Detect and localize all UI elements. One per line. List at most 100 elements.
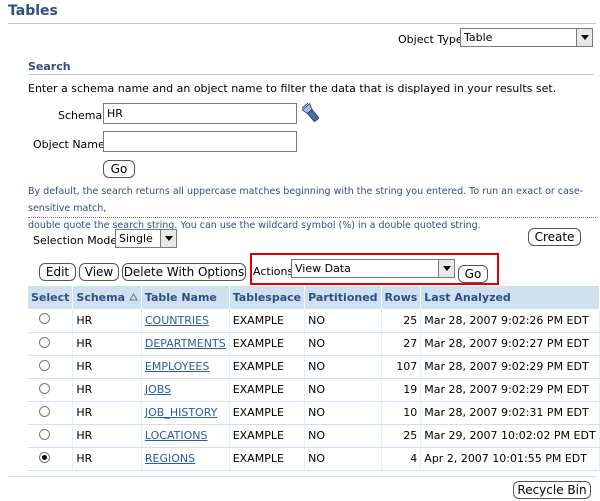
chevron-down-icon[interactable]: [160, 230, 176, 247]
row-partitioned: NO: [304, 401, 382, 425]
column-header-rows[interactable]: Rows: [381, 286, 422, 309]
row-schema: HR: [72, 401, 142, 425]
row-table-name-link[interactable]: COUNTRIES: [145, 314, 209, 327]
column-header-partitioned[interactable]: Partitioned: [304, 286, 382, 309]
search-divider: [28, 74, 594, 75]
row-table-name-link[interactable]: JOBS: [145, 383, 171, 396]
table-header-row: Select Schema Table Name Tablespace Part…: [28, 286, 600, 309]
row-table-name-link[interactable]: EMPLOYEES: [145, 360, 209, 373]
schema-label: Schema: [58, 109, 103, 122]
column-header-last-analyzed[interactable]: Last Analyzed: [420, 286, 600, 309]
bottom-divider: [8, 476, 596, 477]
search-hint-line-2: double quote the search string. You can …: [28, 220, 481, 231]
object-type-label: Object Type: [398, 33, 463, 46]
actions-value: View Data: [295, 262, 351, 275]
object-type-select[interactable]: Table: [460, 28, 593, 47]
row-partitioned: NO: [304, 378, 382, 402]
row-row-count: 27: [381, 332, 422, 356]
schema-input[interactable]: HR: [103, 103, 297, 124]
row-partitioned: NO: [304, 309, 382, 333]
row-select-radio[interactable]: [39, 336, 50, 348]
page-title: Tables: [8, 3, 58, 19]
row-table-name-link[interactable]: REGIONS: [145, 452, 195, 465]
row-select-cell: [28, 424, 74, 448]
table-row: HR REGIONS EXAMPLE NO 4 Apr 2, 2007 10:01:55 …: [28, 447, 600, 471]
table-row: HR JOBS EXAMPLE NO 19 Mar 28, 2007 9:02:29 PM…: [28, 378, 600, 402]
row-table-name-cell: COUNTRIES: [141, 309, 230, 333]
actions-label: Actions: [253, 265, 294, 278]
selection-mode-label: Selection Mode: [33, 234, 118, 247]
section-separator: [28, 217, 596, 218]
object-name-input[interactable]: [103, 131, 297, 152]
column-header-tablespace[interactable]: Tablespace: [229, 286, 306, 309]
row-select-radio[interactable]: [39, 428, 50, 440]
row-table-name-link[interactable]: JOB_HISTORY: [145, 406, 217, 419]
column-header-select: Select: [28, 286, 74, 309]
row-row-count: 10: [381, 401, 422, 425]
row-tablespace: EXAMPLE: [229, 309, 306, 333]
row-schema: HR: [72, 447, 142, 471]
row-row-count: 25: [381, 424, 422, 448]
row-select-cell: [28, 378, 74, 402]
selection-mode-value: Single: [119, 232, 153, 245]
row-select-radio[interactable]: [39, 359, 50, 371]
row-select-cell: [28, 401, 74, 425]
delete-with-options-button[interactable]: Delete With Options: [122, 263, 246, 281]
row-last-analyzed: Apr 2, 2007 10:01:55 PM EDT: [420, 447, 600, 471]
row-table-name-cell: JOB_HISTORY: [141, 401, 230, 425]
object-name-label: Object Name: [33, 138, 105, 151]
search-hint: By default, the search returns all upper…: [28, 183, 596, 234]
row-last-analyzed: Mar 29, 2007 10:02:02 PM EDT: [420, 424, 600, 448]
row-row-count: 19: [381, 378, 422, 402]
selection-mode-select[interactable]: Single: [115, 229, 177, 248]
row-partitioned: NO: [304, 355, 382, 379]
row-tablespace: EXAMPLE: [229, 355, 306, 379]
row-tablespace: EXAMPLE: [229, 424, 306, 448]
row-partitioned: NO: [304, 447, 382, 471]
table-row: HR DEPARTMENTS EXAMPLE NO 27 Mar 28, 2007 9:0…: [28, 332, 600, 356]
actions-go-button[interactable]: Go: [458, 265, 488, 283]
search-hint-line-1: By default, the search returns all upper…: [28, 186, 584, 214]
row-schema: HR: [72, 332, 142, 356]
create-button[interactable]: Create: [528, 228, 581, 246]
search-instruction: Enter a schema name and an object name t…: [28, 82, 557, 95]
view-button[interactable]: View: [79, 263, 119, 281]
row-last-analyzed: Mar 28, 2007 9:02:27 PM EDT: [420, 332, 600, 356]
row-schema: HR: [72, 424, 142, 448]
table-row: HR EMPLOYEES EXAMPLE NO 107 Mar 28, 2007 9:02…: [28, 355, 600, 379]
row-select-radio[interactable]: [39, 451, 50, 463]
row-schema: HR: [72, 355, 142, 379]
recycle-bin-button[interactable]: Recycle Bin: [513, 481, 591, 499]
row-table-name-cell: EMPLOYEES: [141, 355, 230, 379]
row-select-radio[interactable]: [39, 405, 50, 417]
row-table-name-link[interactable]: LOCATIONS: [145, 429, 208, 442]
title-divider: [8, 23, 596, 24]
row-table-name-link[interactable]: DEPARTMENTS: [145, 337, 226, 350]
row-tablespace: EXAMPLE: [229, 378, 306, 402]
column-header-schema[interactable]: Schema: [72, 286, 142, 309]
row-tablespace: EXAMPLE: [229, 332, 306, 356]
edit-button[interactable]: Edit: [39, 263, 76, 281]
row-select-radio[interactable]: [39, 313, 50, 325]
search-go-button[interactable]: Go: [103, 160, 135, 178]
column-header-schema-label: Schema: [76, 291, 126, 304]
row-select-radio[interactable]: [39, 382, 50, 394]
sort-ascending-icon[interactable]: [129, 293, 138, 301]
row-select-cell: [28, 332, 74, 356]
row-last-analyzed: Mar 28, 2007 9:02:31 PM EDT: [420, 401, 600, 425]
object-type-value: Table: [464, 31, 493, 44]
table-row: HR COUNTRIES EXAMPLE NO 25 Mar 28, 2007 9:02:…: [28, 309, 600, 333]
tables-results-table: Select Schema Table Name Tablespace Part…: [28, 286, 600, 471]
actions-select[interactable]: View Data: [291, 259, 455, 278]
row-row-count: 25: [381, 309, 422, 333]
row-last-analyzed: Mar 28, 2007 9:02:29 PM EDT: [420, 355, 600, 379]
flashlight-search-icon[interactable]: [302, 103, 320, 123]
column-header-table-name[interactable]: Table Name: [141, 286, 230, 309]
row-select-cell: [28, 309, 74, 333]
chevron-down-icon[interactable]: [576, 29, 592, 46]
row-select-cell: [28, 355, 74, 379]
row-tablespace: EXAMPLE: [229, 447, 306, 471]
row-last-analyzed: Mar 28, 2007 9:02:26 PM EDT: [420, 309, 600, 333]
table-row: HR JOB_HISTORY EXAMPLE NO 10 Mar 28, 2007 9:0…: [28, 401, 600, 425]
chevron-down-icon[interactable]: [438, 260, 454, 277]
